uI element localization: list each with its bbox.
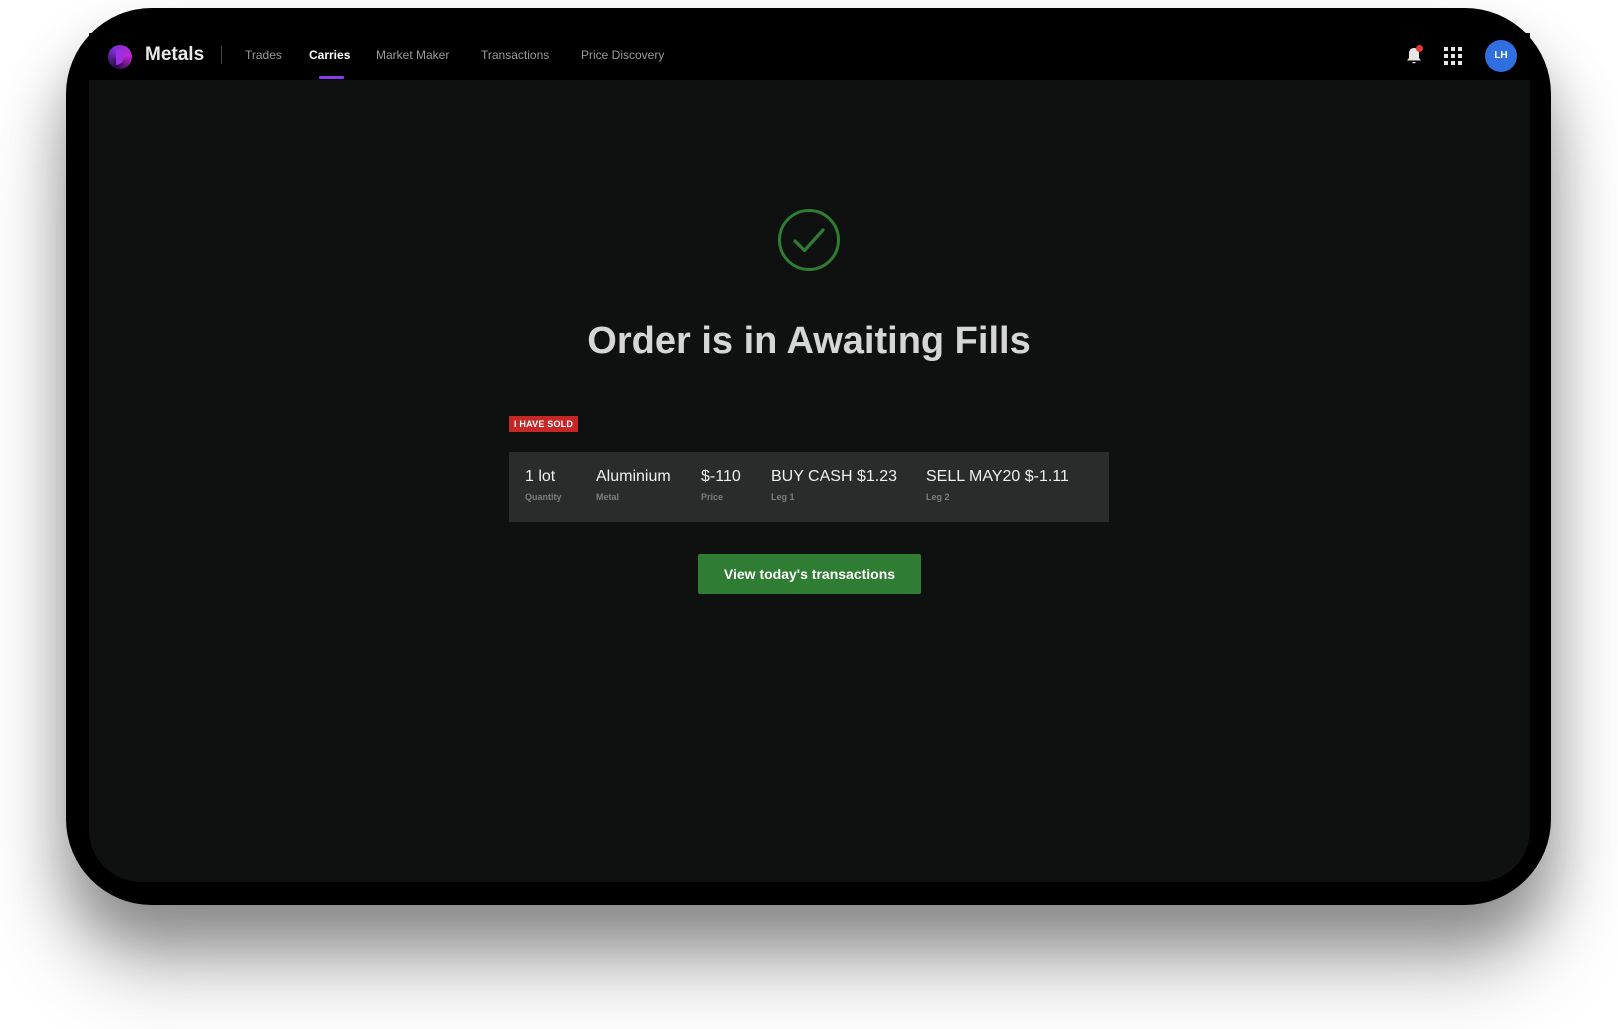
price-label: Price [701,492,724,502]
brand-divider [221,46,222,64]
grid-icon[interactable] [1444,47,1462,65]
leg-1-value: BUY CASH $1.23 [771,468,897,485]
order-summary-panel: 1 lot Quantity Aluminium Metal $-110 Pri… [509,452,1109,522]
nav-item-price-discovery[interactable]: Price Discovery [581,48,664,62]
page-title: Order is in Awaiting Fills [587,320,1031,362]
leg-1-label: Leg 1 [771,492,795,502]
nav-item-trades[interactable]: Trades [245,48,282,62]
price-field: $-110 Price [701,468,741,502]
metal-label: Metal [596,492,620,502]
active-nav-indicator [319,76,344,79]
nav-item-carries[interactable]: Carries [309,48,350,62]
leg-2-value: SELL MAY20 $-1.11 [926,468,1069,485]
price-value: $-110 [701,468,741,485]
check-circle-icon [778,209,840,271]
leg-1-field: BUY CASH $1.23 Leg 1 [771,468,897,502]
quantity-field: 1 lot Quantity [525,468,562,502]
view-transactions-button[interactable]: View today's transactions [698,554,921,594]
status-badge: I HAVE SOLD [509,416,579,432]
quantity-label: Quantity [525,492,562,502]
metal-value: Aluminium [596,468,671,485]
leg-2-field: SELL MAY20 $-1.11 Leg 2 [926,468,1069,502]
quantity-value: 1 lot [525,468,556,485]
nav-item-transactions[interactable]: Transactions [481,48,549,62]
metals-logo-icon[interactable] [108,45,132,69]
leg-2-label: Leg 2 [926,492,950,502]
brand-name[interactable]: Metals [145,44,204,66]
user-avatar[interactable]: LH [1485,40,1517,72]
top-navigation-bar [89,33,1530,80]
metal-field: Aluminium Metal [596,468,671,502]
nav-item-market-maker[interactable]: Market Maker [376,48,449,62]
notification-dot [1416,45,1423,52]
